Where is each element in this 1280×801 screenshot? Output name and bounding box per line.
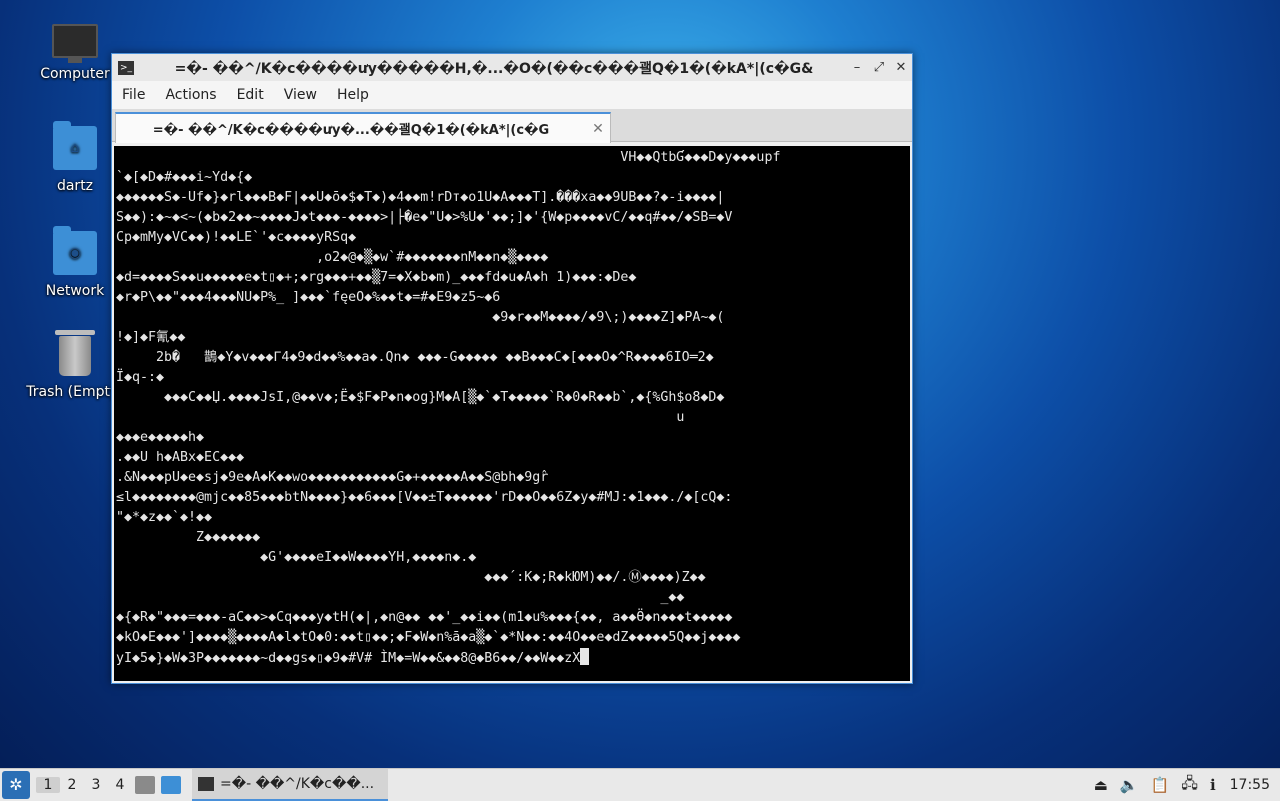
terminal-line: ◆◆◆´:K◆;R◆kЮM)◆◆/.Ⓜ◆◆◆◆)Z◆◆: [116, 570, 706, 585]
terminal-line: ◆◆◆e◆◆◆◆◆h◆: [116, 430, 205, 445]
desktop-icon-dartz[interactable]: ⌂ dartz: [27, 121, 123, 194]
tab-close-icon[interactable]: ✕: [586, 121, 610, 137]
terminal-line: !◆]◆F氰◆◆: [116, 330, 186, 345]
network-icon[interactable]: 🖧: [1181, 773, 1198, 798]
taskbar-window-button[interactable]: =�- ��^/K�c��...: [192, 769, 388, 801]
taskbar: ✲ 1 2 3 4 =�- ��^/K�c��... ⏏ 🔈 📋 🖧 ℹ 17:…: [0, 768, 1280, 801]
terminal-line: ◆kO◆E◆◆◆']◆◆◆◆▒◆◆◆◆A◆l◆tO◆0:◆◆t▯◆◆;◆F◆W◆…: [116, 630, 741, 645]
workspace-4[interactable]: 4: [108, 777, 132, 793]
terminal-output[interactable]: VH◆◆QtbƓ◆◆◆D◆y◆◆◆upf `◆[◆D◆#◆◆◆i~Yd◆{◆ ◆…: [114, 146, 910, 681]
terminal-line: Ï◆q-:◆: [116, 370, 165, 385]
terminal-line: yI◆5◆}◆W◆3P◆◆◆◆◆◆◆~d◆◆gs◆▯◆9◆#V# ÌM◆=W◆◆…: [116, 651, 581, 666]
menu-edit[interactable]: Edit: [227, 87, 274, 103]
terminal-line: S◆◆):◆~◆<~(◆b◆2◆◆~◆◆◆◆J◆t◆◆◆-◆◆◆◆>|├�e◆"…: [116, 210, 733, 225]
network-folder-icon: ◉: [53, 226, 97, 275]
eject-icon[interactable]: ⏏: [1094, 776, 1108, 794]
terminal-line: ◆9◆r◆◆M◆◆◆◆/◆9\;)◆◆◆◆Z]◆PA~◆(: [116, 310, 725, 325]
window-title: =�- ��^/K�c����ưy�����H,�...�O�(��c���괠Q…: [174, 60, 814, 77]
menu-actions[interactable]: Actions: [155, 87, 226, 103]
menu-help[interactable]: Help: [327, 87, 379, 103]
trash-icon: [55, 330, 95, 376]
clipboard-icon[interactable]: 📋: [1151, 776, 1170, 794]
start-menu-button[interactable]: ✲: [2, 771, 30, 799]
menu-file[interactable]: File: [112, 87, 155, 103]
show-desktop-icon[interactable]: [161, 776, 181, 794]
terminal-line: .&N◆◆◆pU◆e◆sj◆9e◆A◆K◆◆wo◆◆◆◆◆◆◆◆◆◆◆G◆+◆◆…: [116, 470, 549, 485]
close-button[interactable]: ✕: [890, 60, 912, 75]
window-titlebar[interactable]: >_ =�- ��^/K�c����ưy�����H,�...�O�(��c��…: [112, 54, 912, 81]
desktop-icon-network[interactable]: ◉ Network: [27, 226, 123, 299]
desktop-icon-label: Network: [45, 283, 105, 299]
task-label: =�- ��^/K�c��...: [220, 776, 375, 792]
desktop-icon-computer[interactable]: Computer: [27, 18, 123, 82]
minimize-button[interactable]: –: [846, 60, 868, 75]
terminal-line: ◆r◆P\◆◆"◆◆◆4◆◆◆NU◆P%_ ]◆◆◆`fęeO◆%◆◆t◆=#◆…: [116, 290, 501, 305]
terminal-line: .◆◆U h◆ABx◆EC◆◆◆: [116, 450, 245, 465]
terminal-line: "◆*◆z◆◆`◆!◆◆: [116, 510, 213, 525]
terminal-line: ◆d=◆◆◆◆S◆◆u◆◆◆◆◆e◆t▯◆+;◆rg◆◆◆+◆◆▒7=◆X◆b◆…: [116, 270, 637, 285]
terminal-line: VH◆◆QtbƓ◆◆◆D◆y◆◆◆upf: [116, 150, 781, 165]
terminal-icon: >_: [118, 60, 134, 75]
terminal-line: ≤l◆◆◆◆◆◆◆◆@mjc◆◆85◆◆◆btN◆◆◆◆}◆◆6◆◆◆[V◆◆±…: [116, 490, 733, 505]
terminal-line: ◆◆◆C◆◆Џ.◆◆◆◆JsI,@◆◆v◆;Ë◆$F◆P◆n◆og}M◆A[▒◆…: [116, 390, 725, 405]
desktop-icon-label: dartz: [56, 178, 94, 194]
workspace-2[interactable]: 2: [60, 777, 84, 793]
maximize-button[interactable]: ⤢: [868, 60, 890, 75]
terminal-cursor: [580, 648, 590, 665]
terminal-icon: [198, 777, 214, 791]
tab-bar: =�- ��^/K�c����ưy�...��괠Q�1�(�kA*|(c�G ✕: [112, 109, 912, 143]
terminal-line: Cp◆mMy◆VC◆◆)!◆◆LE`'◆c◆◆◆◆yRSq◆: [116, 230, 357, 245]
volume-icon[interactable]: 🔈: [1120, 776, 1139, 794]
terminal-text: VH◆◆QtbƓ◆◆◆D◆y◆◆◆upf `◆[◆D◆#◆◆◆i~Yd◆{◆ ◆…: [114, 146, 910, 669]
system-tray: ⏏ 🔈 📋 🖧 ℹ 17:55: [1088, 773, 1280, 798]
tab-label: =�- ��^/K�c����ưy�...��괠Q�1�(�kA*|(c�G: [152, 123, 550, 138]
terminal-line: u: [116, 410, 685, 425]
workspace-3[interactable]: 3: [84, 777, 108, 793]
desktop-icon-label: Computer: [40, 66, 110, 82]
monitor-icon: [52, 24, 98, 63]
terminal-tab[interactable]: =�- ��^/K�c����ưy�...��괠Q�1�(�kA*|(c�G ✕: [115, 112, 611, 143]
home-folder-icon: ⌂: [53, 121, 97, 170]
terminal-line: 2b� 鵲◆Y◆v◆◆◆Γ4◆9◆d◆◆%◆◆a◆.Qn◆ ◆◆◆-G◆◆◆◆◆…: [116, 350, 714, 365]
terminal-line: ◆G'◆◆◆◆eI◆◆W◆◆◆◆YH,◆◆◆◆n◆.◆: [116, 550, 477, 565]
menu-view[interactable]: View: [274, 87, 327, 103]
update-icon[interactable]: ℹ: [1210, 776, 1216, 794]
clock[interactable]: 17:55: [1230, 777, 1270, 793]
file-manager-icon[interactable]: [135, 776, 155, 794]
terminal-line: `◆[◆D◆#◆◆◆i~Yd◆{◆: [116, 170, 253, 185]
terminal-line: Z◆◆◆◆◆◆◆: [116, 530, 261, 545]
workspace-1[interactable]: 1: [36, 777, 60, 793]
terminal-line: ,o2◆@◆▒◆w`#◆◆◆◆◆◆◆nM◆◆n◆▒◆◆◆◆: [116, 250, 549, 265]
terminal-line: _◆◆: [116, 590, 685, 605]
menu-bar: File Actions Edit View Help: [112, 81, 912, 109]
terminal-window[interactable]: >_ =�- ��^/K�c����ưy�����H,�...�O�(��c��…: [111, 53, 913, 684]
terminal-line: ◆{◆R◆"◆◆◆=◆◆◆-aC◆◆>◆Cq◆◆◆y◆tH(◆|,◆n@◆◆ ◆…: [116, 610, 733, 625]
terminal-line: ◆◆◆◆◆◆S◆-Uf◆}◆rl◆◆◆B◆F|◆◆U◆ō◆$◆T◆)◆4◆◆m!…: [116, 190, 725, 205]
